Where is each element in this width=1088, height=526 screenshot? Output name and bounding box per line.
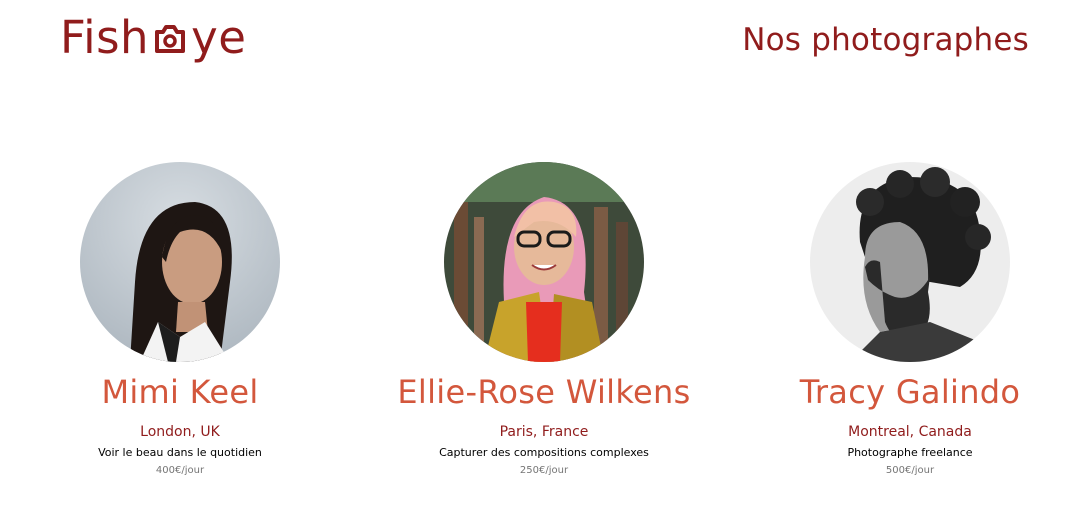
logo-text-end: ye bbox=[191, 11, 247, 64]
photographer-name[interactable]: Ellie-Rose Wilkens bbox=[374, 370, 714, 414]
page-title: Nos photographes bbox=[742, 22, 1029, 58]
photographer-location: London, UK bbox=[140, 424, 220, 440]
photographer-portrait[interactable] bbox=[444, 162, 644, 362]
photographers-list: Mimi Keel London, UK Voir le beau dans l… bbox=[0, 160, 1088, 490]
photographer-price: 250€/jour bbox=[519, 465, 569, 476]
photographer-tagline: Photographe freelance bbox=[847, 446, 973, 459]
photographer-tagline: Capturer des compositions complexes bbox=[439, 446, 649, 459]
photographer-name[interactable]: Mimi Keel bbox=[10, 370, 350, 414]
photographer-name[interactable]: Tracy Galindo bbox=[740, 370, 1080, 414]
photographer-price: 500€/jour bbox=[885, 465, 935, 476]
photographer-price: 400€/jour bbox=[155, 465, 205, 476]
photographer-location: Montreal, Canada bbox=[848, 424, 972, 440]
photographer-card: Tracy Galindo Montreal, Canada Photograp… bbox=[740, 160, 1080, 479]
camera-icon bbox=[150, 16, 190, 56]
photographer-portrait[interactable] bbox=[80, 162, 280, 362]
photographer-location: Paris, France bbox=[499, 424, 589, 440]
site-header: Fish ye Nos photographes bbox=[0, 0, 1088, 90]
fisheye-logo[interactable]: Fish ye bbox=[60, 10, 246, 66]
photographer-portrait[interactable] bbox=[810, 162, 1010, 362]
photographer-tagline: Voir le beau dans le quotidien bbox=[98, 446, 262, 459]
photographer-card: Ellie-Rose Wilkens Paris, France Capture… bbox=[374, 160, 714, 479]
photographer-card: Mimi Keel London, UK Voir le beau dans l… bbox=[10, 160, 350, 479]
logo-text-start: Fish bbox=[60, 11, 150, 64]
